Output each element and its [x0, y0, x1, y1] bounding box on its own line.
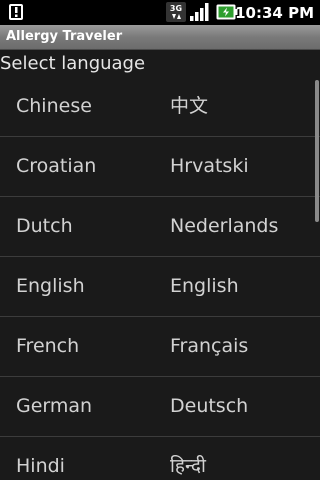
select-language-header: Select language	[0, 53, 146, 74]
language-native-name: Hrvatski	[170, 155, 249, 177]
language-native-name: Nederlands	[170, 215, 279, 237]
language-row-croatian[interactable]: Croatian Hrvatski	[0, 137, 320, 197]
language-row-german[interactable]: German Deutsch	[0, 377, 320, 437]
language-native-name: हिन्दी	[170, 455, 206, 477]
language-native-name: English	[170, 275, 239, 297]
language-english-name: French	[16, 335, 80, 357]
status-bar: 3G 10:34 PM	[0, 0, 320, 25]
language-row-english[interactable]: English English	[0, 257, 320, 317]
language-native-name: Français	[170, 335, 249, 357]
app-title: Allergy Traveler	[6, 29, 123, 44]
language-row-dutch[interactable]: Dutch Nederlands	[0, 197, 320, 257]
language-english-name: Croatian	[16, 155, 97, 177]
notification-icon[interactable]	[7, 3, 25, 21]
network-label: 3G	[170, 4, 182, 13]
language-list: Chinese 中文 Croatian Hrvatski Dutch Neder…	[0, 77, 320, 480]
language-row-french[interactable]: French Français	[0, 317, 320, 377]
3g-icon: 3G	[166, 2, 186, 22]
language-english-name: Dutch	[16, 215, 73, 237]
language-english-name: German	[16, 395, 93, 417]
language-native-name: 中文	[170, 95, 209, 117]
language-row-hindi[interactable]: Hindi हिन्दी	[0, 437, 320, 480]
signal-icon	[190, 3, 209, 21]
language-native-name: Deutsch	[170, 395, 249, 417]
language-english-name: English	[16, 275, 85, 297]
app-title-bar: Allergy Traveler	[0, 25, 320, 50]
list-scrollbar[interactable]	[315, 80, 319, 222]
language-english-name: Chinese	[16, 95, 92, 117]
status-time: 10:34 PM	[235, 4, 314, 22]
app-screen: 3G 10:34 PM Allergy Traveler Select lang…	[0, 0, 320, 480]
language-row-chinese[interactable]: Chinese 中文	[0, 77, 320, 137]
language-english-name: Hindi	[16, 455, 65, 477]
